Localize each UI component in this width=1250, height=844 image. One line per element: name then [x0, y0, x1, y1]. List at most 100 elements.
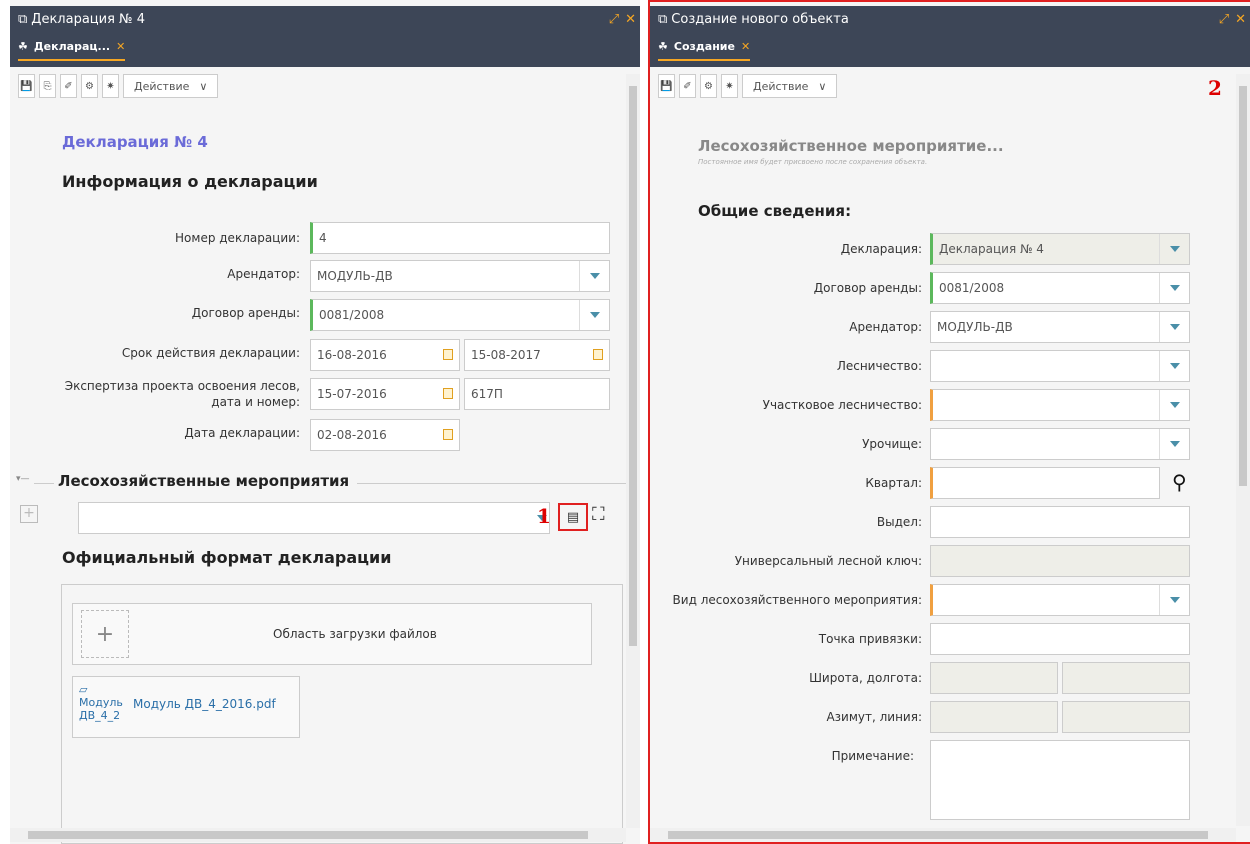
vertical-scrollbar[interactable]: [626, 74, 640, 828]
date-field[interactable]: 02-08-2016: [310, 419, 460, 451]
allotment-label: Выдел:: [876, 515, 922, 529]
number-field[interactable]: 4: [310, 222, 610, 254]
dropdown-icon[interactable]: [579, 300, 609, 330]
period-label: Срок действия декларации:: [121, 346, 300, 360]
activities-select[interactable]: [78, 502, 550, 534]
period-from-field[interactable]: 16-08-2016: [310, 339, 460, 371]
form-view-icon[interactable]: ▤: [558, 503, 588, 531]
file-thumb-alt-2: ДВ_4_2: [79, 709, 121, 722]
quarter-label: Квартал:: [865, 476, 922, 490]
district-select[interactable]: [930, 389, 1190, 421]
expertise-label-line2: дата и номер:: [211, 395, 300, 409]
tree-icon: ☘: [18, 40, 28, 53]
anchor-field[interactable]: [930, 623, 1190, 655]
tenant-select[interactable]: МОДУЛЬ-ДВ: [930, 311, 1190, 343]
dropdown-icon[interactable]: [1159, 351, 1189, 381]
location-pin-icon[interactable]: ⚲: [1172, 470, 1187, 494]
settings-multi-icon[interactable]: ⚙: [81, 74, 98, 98]
save-icon[interactable]: 💾: [658, 74, 675, 98]
settings-multi-icon[interactable]: ⚙: [700, 74, 717, 98]
contract-select[interactable]: 0081/2008: [930, 272, 1190, 304]
dropdown-icon[interactable]: [1159, 234, 1189, 264]
dropdown-icon[interactable]: [579, 261, 609, 291]
marker-2: 2: [1208, 76, 1222, 100]
collapse-icon[interactable]: ▾—: [16, 474, 34, 484]
save-icon[interactable]: 💾: [18, 74, 35, 98]
upload-area[interactable]: + Область загрузки файлов: [72, 603, 592, 665]
window-title: ⧉ Создание нового объекта: [658, 12, 849, 27]
dropdown-icon[interactable]: [1159, 429, 1189, 459]
calendar-icon[interactable]: [593, 349, 603, 360]
action-dropdown[interactable]: Действие ∨: [742, 74, 838, 98]
horizontal-scrollbar[interactable]: [10, 828, 626, 842]
tab-declaration[interactable]: ☘ Декларац... ✕: [18, 40, 126, 61]
tree-icon: ☘: [658, 40, 668, 53]
eraser-icon[interactable]: ✐: [679, 74, 696, 98]
scroll-thumb[interactable]: [668, 831, 1208, 839]
key-label: Универсальный лесной ключ:: [734, 554, 922, 568]
calendar-icon[interactable]: [443, 349, 453, 360]
action-dropdown[interactable]: Действие ∨: [123, 74, 219, 98]
add-icon[interactable]: +: [20, 505, 38, 523]
gear-icon[interactable]: ✷: [102, 74, 119, 98]
tenant-value: МОДУЛЬ-ДВ: [317, 269, 393, 283]
tab-close-icon[interactable]: ✕: [116, 40, 125, 53]
anchor-label: Точка привязки:: [818, 632, 922, 646]
copy-icon[interactable]: ⎘: [39, 74, 56, 98]
plus-icon[interactable]: +: [81, 610, 129, 658]
toolbar: 💾 ✐ ⚙ ✷ Действие ∨: [658, 74, 838, 98]
activity-label: Вид лесохозяйственного мероприятия:: [672, 593, 922, 607]
expertise-number-field[interactable]: 617П: [464, 378, 610, 410]
close-icon[interactable]: ✕: [1235, 12, 1246, 27]
declaration-select[interactable]: Декларация № 4: [930, 233, 1190, 265]
scroll-thumb[interactable]: [28, 831, 588, 839]
allotment-field[interactable]: [930, 506, 1190, 538]
contract-select[interactable]: 0081/2008: [310, 299, 610, 331]
tab-label: Декларац...: [33, 40, 111, 53]
latitude-field: [930, 662, 1058, 694]
vertical-scrollbar[interactable]: [1236, 74, 1250, 826]
info-heading: Информация о декларации: [62, 172, 318, 191]
calendar-icon[interactable]: [443, 429, 453, 440]
tab-create[interactable]: ☘ Создание ✕: [658, 40, 751, 61]
window-title: ⧉ Декларация № 4: [18, 12, 145, 27]
expertise-label: Экспертиза проекта освоения лесов, дата и…: [65, 378, 300, 410]
period-to-field[interactable]: 15-08-2017: [464, 339, 610, 371]
horizontal-scrollbar[interactable]: [650, 828, 1236, 842]
expertise-number-value: 617П: [471, 387, 503, 401]
declaration-window: ⧉ Декларация № 4 ⤢ ✕ ☘ Декларац... ✕ 💾 ⎘ ✐ ⚙…: [10, 0, 640, 844]
maximize-icon[interactable]: ⤢: [609, 12, 619, 27]
tenant-select[interactable]: МОДУЛЬ-ДВ: [310, 260, 610, 292]
upload-label: Область загрузки файлов: [273, 627, 437, 641]
quarter-field[interactable]: [930, 467, 1160, 499]
maximize-icon[interactable]: ⤢: [1219, 12, 1229, 27]
tenant-label: Арендатор:: [849, 320, 922, 334]
tenant-value: МОДУЛЬ-ДВ: [937, 320, 1013, 334]
create-object-window: ⧉ Создание нового объекта ⤢ ✕ ☘ Создание ✕ 💾…: [648, 0, 1250, 844]
activity-select[interactable]: [930, 584, 1190, 616]
contract-label: Договор аренды:: [191, 306, 300, 320]
tract-label: Урочище:: [862, 437, 922, 451]
gear-icon[interactable]: ✷: [721, 74, 738, 98]
calendar-icon[interactable]: [443, 388, 453, 399]
latlon-label: Широта, долгота:: [809, 671, 922, 685]
map-icon[interactable]: ⛶: [592, 504, 605, 525]
dropdown-icon[interactable]: [1159, 390, 1189, 420]
forestry-select[interactable]: [930, 350, 1190, 382]
dropdown-icon[interactable]: [1159, 585, 1189, 615]
file-link[interactable]: Модуль ДВ_4_2016.pdf: [133, 697, 276, 711]
dropdown-icon[interactable]: [1159, 273, 1189, 303]
tract-select[interactable]: [930, 428, 1190, 460]
scroll-thumb[interactable]: [629, 86, 637, 646]
expertise-date-field[interactable]: 15-07-2016: [310, 378, 460, 410]
eraser-icon[interactable]: ✐: [60, 74, 77, 98]
file-thumbnail[interactable]: ▱ Модуль ДВ_4_2: [79, 683, 137, 733]
tab-close-icon[interactable]: ✕: [741, 40, 750, 53]
close-icon[interactable]: ✕: [625, 12, 636, 27]
scroll-thumb[interactable]: [1239, 86, 1247, 486]
file-card[interactable]: ▱ Модуль ДВ_4_2 Модуль ДВ_4_2016.pdf: [72, 676, 300, 738]
note-textarea[interactable]: [930, 740, 1190, 820]
page-title: Лесохозяйственное мероприятие...: [698, 137, 1004, 155]
dropdown-icon[interactable]: [1159, 312, 1189, 342]
contract-value: 0081/2008: [319, 308, 385, 322]
